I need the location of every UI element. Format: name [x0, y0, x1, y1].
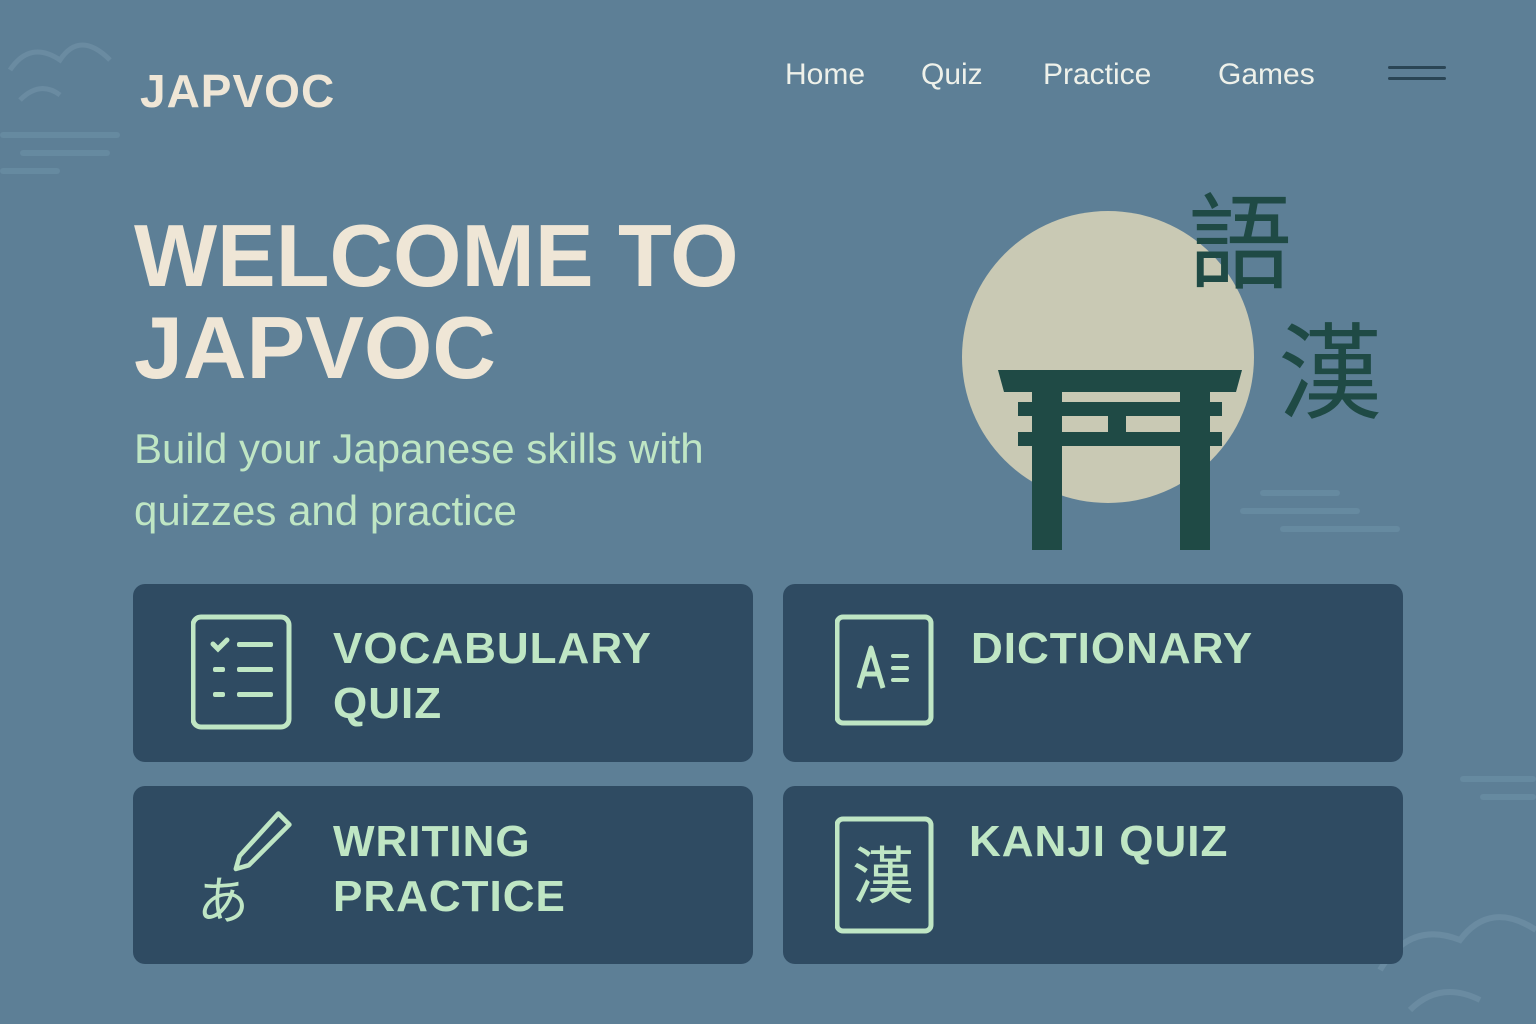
hero-subtitle: Build your Japanese skills with quizzes … [134, 418, 834, 542]
main-nav: Home Quiz Practice Games [760, 58, 1480, 98]
card-writing-practice[interactable]: あ WRITING PRACTICE [133, 786, 753, 964]
card-label-line1: KANJI QUIZ [969, 817, 1229, 866]
hero-subtitle-line1: Build your Japanese skills with [134, 425, 704, 472]
hero-title-line1: WELCOME TO [134, 206, 739, 305]
nav-link-practice[interactable]: Practice [1043, 58, 1151, 92]
card-label: DICTIONARY [971, 621, 1351, 676]
torii-gate-illustration: 語 漢 [962, 183, 1382, 550]
nav-link-games[interactable]: Games [1218, 58, 1315, 92]
hero-title-line2: JAPVOC [134, 298, 496, 397]
card-label: KANJI QUIZ [969, 814, 1349, 869]
site-logo[interactable]: JAPVOC [140, 64, 335, 118]
card-kanji-quiz[interactable]: 漢 KANJI QUIZ [783, 786, 1403, 964]
card-label-line1: DICTIONARY [971, 624, 1254, 673]
hero-title: WELCOME TO JAPVOC [134, 210, 834, 394]
card-dictionary[interactable]: DICTIONARY [783, 584, 1403, 762]
kanji-bottom: 漢 [1278, 313, 1382, 435]
hiragana-a-glyph: あ [197, 872, 249, 928]
hamburger-icon[interactable] [1388, 64, 1448, 86]
brush-hiragana-icon: あ [197, 811, 292, 928]
card-label: WRITING PRACTICE [333, 814, 713, 924]
card-label-line1: VOCABULARY [333, 624, 652, 673]
dictionary-icon [835, 614, 934, 726]
card-label-line1: WRITING [333, 817, 531, 866]
nav-link-quiz[interactable]: Quiz [921, 58, 983, 92]
checklist-icon [191, 614, 292, 730]
card-label: VOCABULARY QUIZ [333, 621, 713, 731]
nav-link-home[interactable]: Home [785, 58, 865, 92]
card-label-line2: PRACTICE [333, 872, 566, 921]
kanji-glyph: 漢 [852, 840, 914, 913]
kanji-icon: 漢 [835, 816, 934, 934]
kanji-top: 語 [1188, 183, 1292, 305]
card-label-line2: QUIZ [333, 679, 443, 728]
card-vocabulary-quiz[interactable]: VOCABULARY QUIZ [133, 584, 753, 762]
hero-subtitle-line2: quizzes and practice [134, 487, 517, 534]
